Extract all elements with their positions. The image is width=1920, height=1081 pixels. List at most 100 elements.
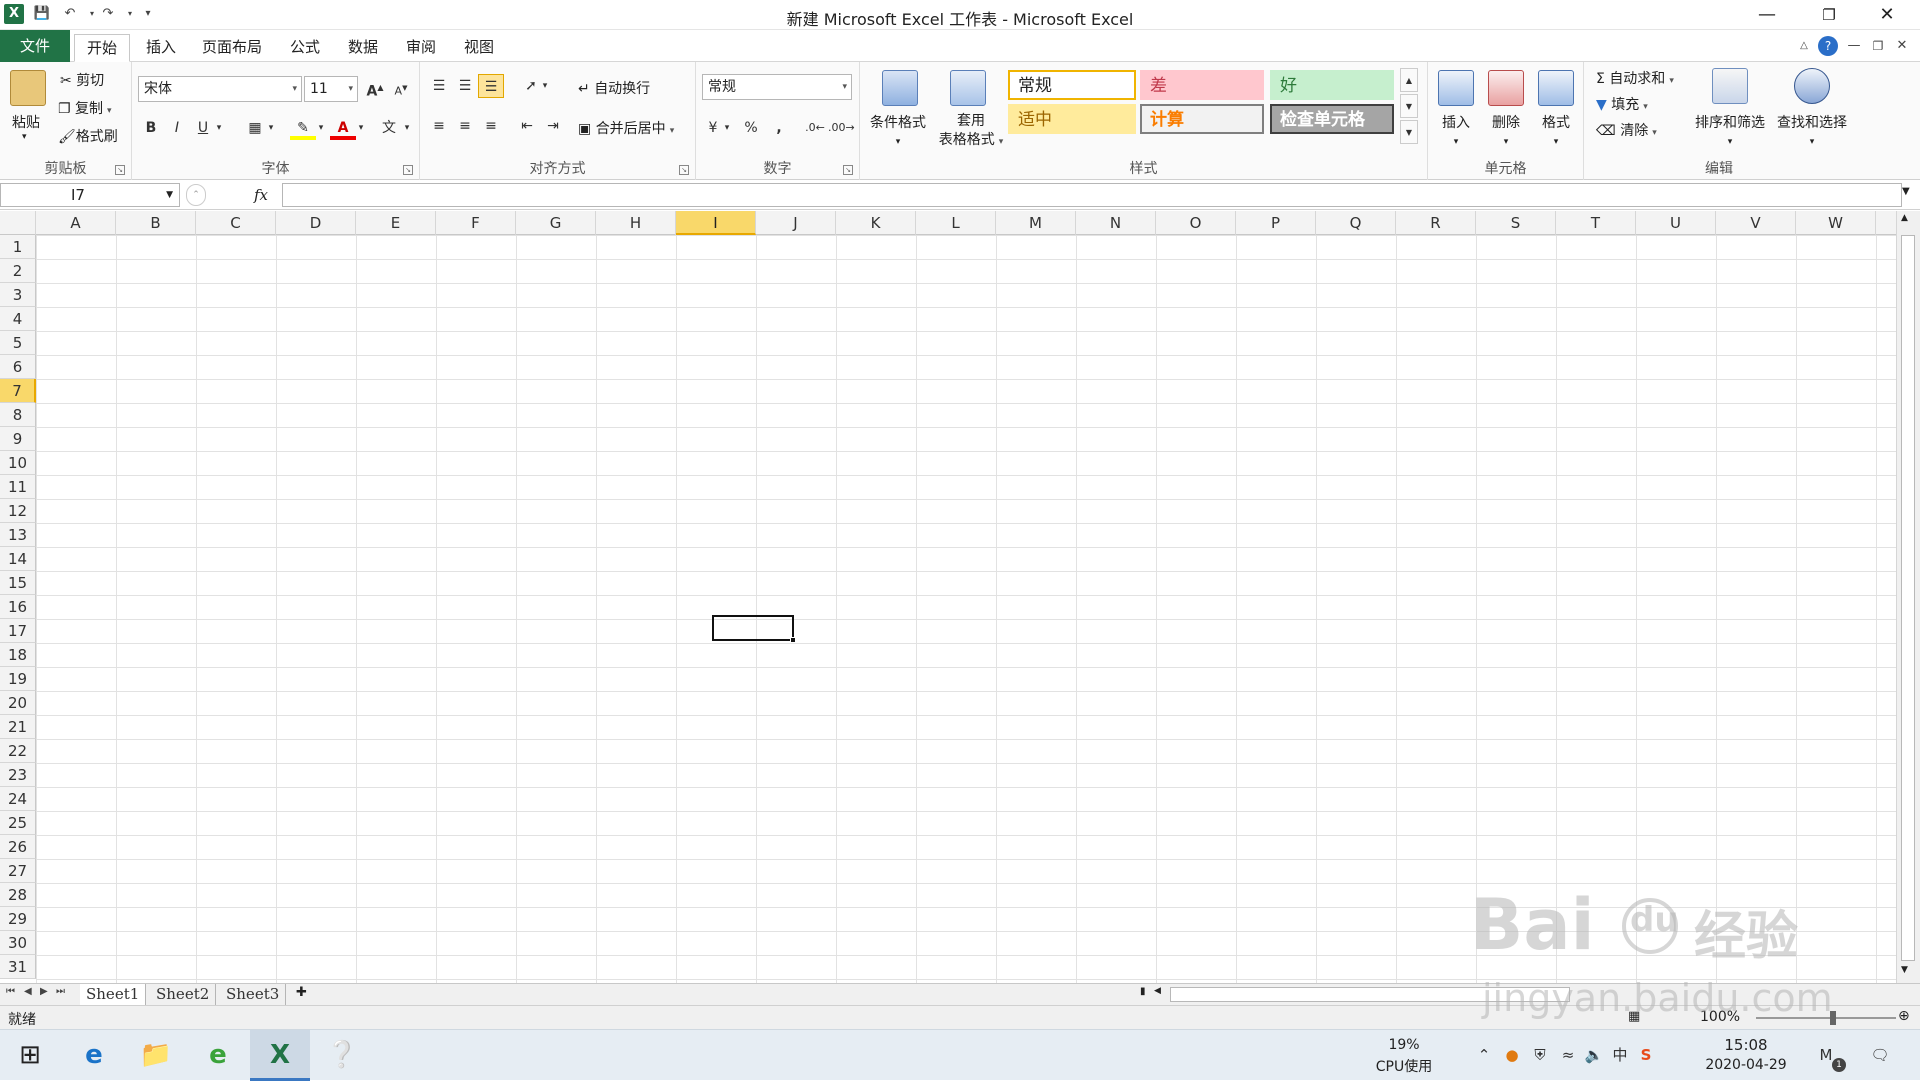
style-check-cell[interactable]: 检查单元格 (1270, 104, 1394, 134)
minimize-ribbon-icon[interactable]: △ (1794, 36, 1814, 56)
copy-button[interactable]: ❐ 复制 ▾ (58, 98, 112, 118)
tab-insert[interactable]: 插入 (138, 34, 184, 62)
align-bottom-icon[interactable]: ☰ (478, 74, 504, 98)
tab-review[interactable]: 审阅 (398, 34, 444, 62)
doc-close-icon[interactable]: ✕ (1892, 36, 1912, 56)
italic-button[interactable]: I (164, 116, 190, 140)
row-header[interactable]: 19 (0, 667, 36, 691)
file-explorer-icon[interactable]: 📁 (126, 1030, 186, 1081)
align-right-icon[interactable]: ≡ (478, 114, 504, 138)
number-launcher-icon[interactable]: ↘ (843, 165, 853, 175)
underline-dropdown-icon[interactable]: ▾ (212, 116, 226, 140)
hscroll-thumb[interactable] (1170, 987, 1570, 1002)
help-taskbar-icon[interactable]: ❔ (312, 1030, 372, 1081)
percent-button[interactable]: % (738, 116, 764, 140)
style-bad[interactable]: 差 (1140, 70, 1264, 100)
number-format-select[interactable]: 常规 ▾ (702, 74, 852, 100)
vertical-scrollbar[interactable]: ▲ ▼ (1896, 211, 1920, 983)
name-box[interactable]: I7 ▼ (0, 183, 180, 207)
font-size-select[interactable]: 11 ▾ (304, 76, 358, 102)
row-header[interactable]: 23 (0, 763, 36, 787)
clear-button[interactable]: ⌫ 清除 ▾ (1596, 120, 1657, 140)
row-header[interactable]: 29 (0, 907, 36, 931)
paste-dropdown-icon[interactable]: ▾ (22, 132, 27, 142)
sogou-ime-icon[interactable]: S (1636, 1044, 1656, 1066)
scroll-up-icon[interactable]: ▲ (1901, 213, 1908, 223)
autosum-button[interactable]: Σ 自动求和 ▾ (1596, 68, 1674, 88)
column-header[interactable]: B (116, 211, 196, 235)
column-header[interactable]: C (196, 211, 276, 235)
cells-area[interactable] (36, 235, 1896, 983)
currency-dropdown-icon[interactable]: ▾ (720, 116, 734, 140)
doc-minimize-icon[interactable]: — (1844, 36, 1864, 56)
prev-sheet-icon[interactable]: ◀ (24, 986, 32, 997)
security-shield-icon[interactable]: ⛨ (1530, 1044, 1550, 1066)
border-dropdown-icon[interactable]: ▾ (264, 116, 278, 140)
tray-expand-icon[interactable]: ⌃ (1474, 1044, 1494, 1066)
column-header[interactable]: A (36, 211, 116, 235)
close-button[interactable]: ✕ (1864, 0, 1910, 30)
row-header[interactable]: 7 (0, 379, 36, 403)
zoom-level[interactable]: 100% (1700, 1009, 1740, 1025)
first-sheet-icon[interactable]: ⏮ (6, 986, 15, 997)
phonetic-dropdown-icon[interactable]: ▾ (400, 116, 414, 140)
help-icon[interactable]: ? (1818, 36, 1838, 56)
next-sheet-icon[interactable]: ▶ (40, 986, 48, 997)
bold-button[interactable]: B (138, 116, 164, 140)
action-center-icon[interactable]: 🗨 (1870, 1044, 1890, 1066)
new-sheet-icon[interactable]: ✚ (296, 985, 307, 1000)
tab-file[interactable]: 文件 (0, 30, 70, 62)
sheet-tab-3[interactable]: Sheet3 (220, 984, 287, 1005)
tab-view[interactable]: 视图 (456, 34, 502, 62)
zoom-in-icon[interactable]: ⊕ (1898, 1008, 1910, 1024)
clock-time[interactable]: 15:08 (1706, 1036, 1786, 1054)
minimize-button[interactable]: — (1744, 0, 1790, 30)
scroll-thumb[interactable] (1901, 235, 1915, 961)
increase-indent-icon[interactable]: ⇥ (540, 114, 566, 138)
fill-handle[interactable] (790, 637, 796, 643)
align-top-icon[interactable]: ☰ (426, 74, 452, 98)
row-header[interactable]: 22 (0, 739, 36, 763)
row-header[interactable]: 16 (0, 595, 36, 619)
excel-taskbar-icon[interactable]: X (250, 1030, 310, 1081)
edge-browser-icon[interactable]: e (64, 1030, 124, 1081)
column-header[interactable]: T (1556, 211, 1636, 235)
last-sheet-icon[interactable]: ⏭ (56, 986, 65, 997)
style-calculation[interactable]: 计算 (1140, 104, 1264, 134)
row-header[interactable]: 24 (0, 787, 36, 811)
phonetic-icon[interactable]: 文 (376, 116, 402, 140)
sort-filter-icon[interactable] (1712, 68, 1748, 104)
hscroll-left-icon[interactable]: ◀ (1154, 986, 1161, 996)
row-header[interactable]: 5 (0, 331, 36, 355)
start-windows-icon[interactable]: ⊞ (0, 1030, 60, 1081)
wifi-icon[interactable]: ≈ (1558, 1044, 1578, 1066)
row-header[interactable]: 25 (0, 811, 36, 835)
row-header[interactable]: 13 (0, 523, 36, 547)
formula-expand-icon[interactable]: ▼ (1902, 186, 1910, 197)
tab-formulas[interactable]: 公式 (282, 34, 328, 62)
row-header[interactable]: 27 (0, 859, 36, 883)
styles-scroll-down-icon[interactable]: ▼ (1400, 94, 1418, 118)
fill-button[interactable]: ▼ 填充 ▾ (1596, 94, 1648, 114)
decrease-indent-icon[interactable]: ⇤ (514, 114, 540, 138)
row-header[interactable]: 14 (0, 547, 36, 571)
styles-more-icon[interactable]: ▼ (1400, 120, 1418, 144)
column-header[interactable]: W (1796, 211, 1876, 235)
column-header[interactable]: U (1636, 211, 1716, 235)
binoculars-icon[interactable] (1794, 68, 1830, 104)
column-header[interactable]: R (1396, 211, 1476, 235)
insert-function-icon[interactable]: fx (254, 183, 278, 207)
ime-indicator[interactable]: 中 (1610, 1044, 1630, 1066)
row-header[interactable]: 12 (0, 499, 36, 523)
grow-font-button[interactable]: A▲ (362, 76, 388, 100)
row-header[interactable]: 21 (0, 715, 36, 739)
align-left-icon[interactable]: ≡ (426, 114, 452, 138)
row-header[interactable]: 17 (0, 619, 36, 643)
align-center-icon[interactable]: ≡ (452, 114, 478, 138)
sort-filter-button[interactable]: 排序和筛选 ▾ (1692, 112, 1768, 148)
row-header[interactable]: 2 (0, 259, 36, 283)
font-color-dropdown-icon[interactable]: ▾ (354, 116, 368, 140)
normal-view-icon[interactable]: ▦ (1628, 1009, 1640, 1024)
hscroll-split-icon[interactable]: ▮ (1140, 986, 1146, 997)
row-header[interactable]: 9 (0, 427, 36, 451)
